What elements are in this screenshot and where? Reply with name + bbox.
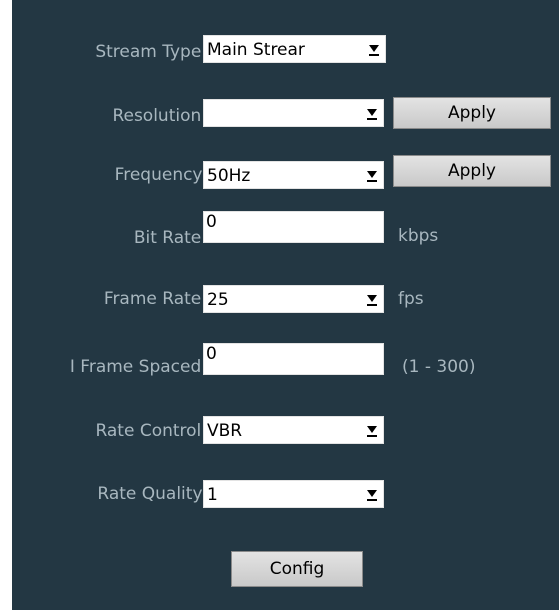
frequency-value: 50Hz (207, 166, 251, 186)
resolution-select[interactable] (203, 99, 384, 127)
chevron-down-icon[interactable] (365, 39, 383, 59)
frame-rate-unit: fps (398, 289, 424, 309)
resolution-label: Resolution: (112, 106, 207, 126)
frequency-select[interactable]: 50Hz (203, 161, 384, 189)
bit-rate-input[interactable]: 0 (203, 211, 384, 243)
stream-type-label: Stream Type: (95, 42, 207, 62)
i-frame-spaced-label: I Frame Spaced: (69, 357, 207, 377)
rate-quality-select[interactable]: 1 (203, 480, 384, 508)
chevron-down-icon[interactable] (363, 289, 381, 309)
i-frame-spaced-value: 0 (206, 344, 217, 364)
frame-rate-select[interactable]: 25 (203, 285, 384, 313)
rate-control-select[interactable]: VBR (203, 416, 384, 444)
frame-rate-value: 25 (207, 290, 229, 310)
chevron-down-icon[interactable] (363, 165, 381, 185)
rate-control-label: Rate Control: (95, 421, 207, 441)
stream-type-select[interactable]: Main Strear (203, 35, 386, 63)
chevron-down-icon[interactable] (363, 420, 381, 440)
rate-quality-label: Rate Quality: (97, 484, 207, 504)
i-frame-spaced-range: (1 - 300) (402, 357, 476, 377)
bit-rate-label: Bit Rate: (133, 228, 207, 248)
rate-quality-value: 1 (207, 485, 218, 505)
bit-rate-unit: kbps (398, 226, 439, 246)
i-frame-spaced-input[interactable]: 0 (203, 343, 384, 375)
frame-rate-label: Frame Rate: (103, 289, 207, 309)
rate-control-value: VBR (207, 421, 243, 441)
stream-type-value: Main Strear (207, 40, 305, 60)
chevron-down-icon[interactable] (363, 103, 381, 123)
resolution-apply-button[interactable]: Apply (393, 97, 551, 129)
bit-rate-value: 0 (206, 212, 217, 232)
config-button[interactable]: Config (231, 551, 363, 587)
frequency-label: Frequency: (114, 165, 207, 185)
frequency-apply-button[interactable]: Apply (393, 155, 551, 187)
chevron-down-icon[interactable] (363, 484, 381, 504)
